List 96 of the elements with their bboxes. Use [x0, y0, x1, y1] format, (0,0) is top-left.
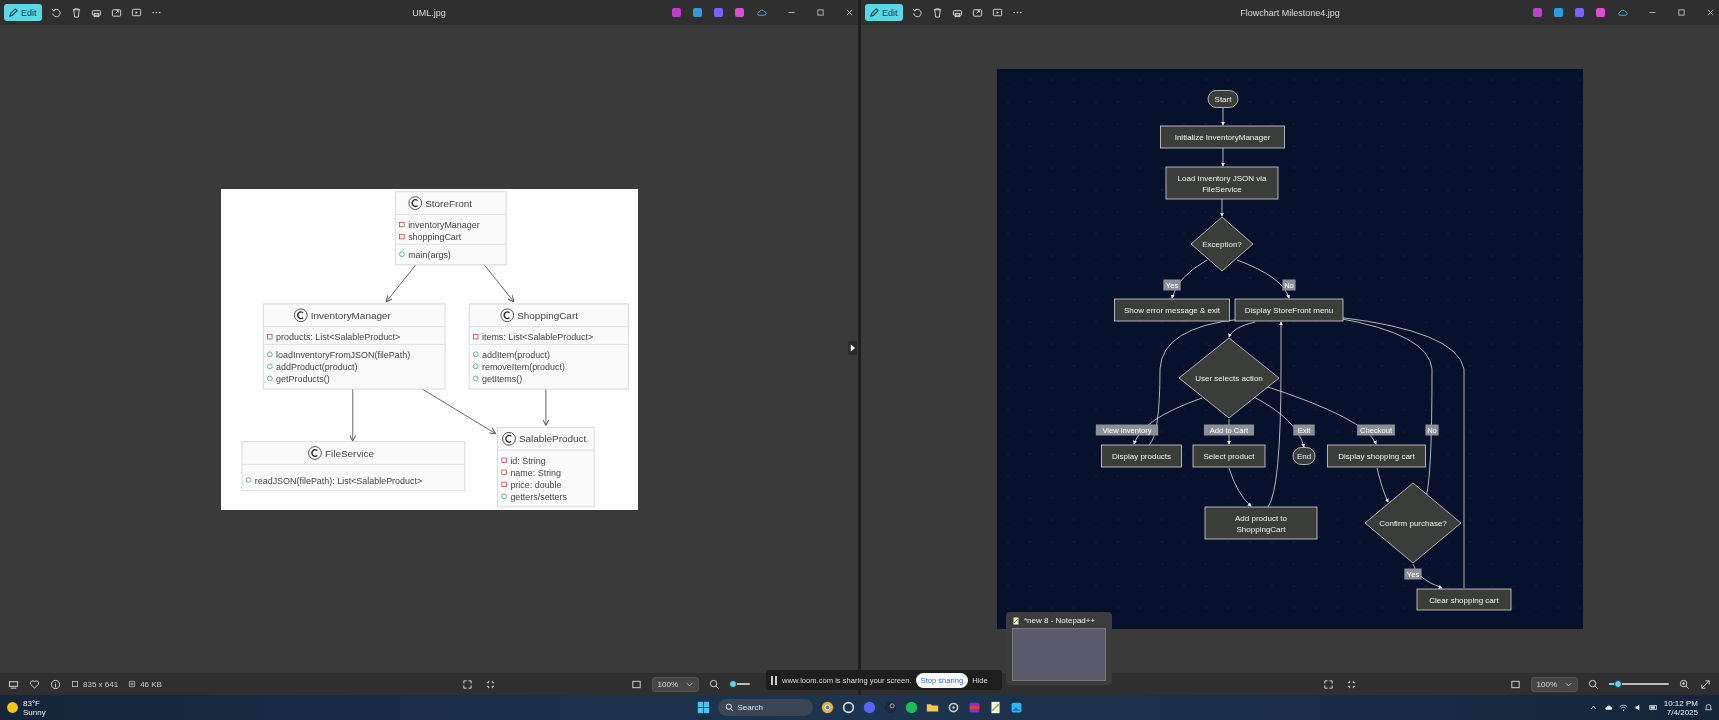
chat-icon[interactable] [862, 701, 876, 714]
file-size: 46 KB [140, 679, 162, 689]
next-arrow-icon[interactable] [848, 341, 857, 355]
maximize-icon[interactable] [1677, 8, 1686, 17]
wifi-icon[interactable] [1618, 703, 1628, 712]
chevron-up-icon[interactable] [1588, 703, 1598, 712]
window-title: Flowchart Milestone4.jpg [1240, 7, 1340, 18]
public-member-icon [398, 250, 405, 257]
share-icon[interactable] [971, 7, 983, 18]
info-icon[interactable] [50, 678, 61, 690]
process-node: Display products [1101, 444, 1182, 468]
game-launcher-icon[interactable] [883, 701, 897, 714]
zoom-dropdown[interactable]: 100% [1530, 676, 1578, 692]
weather-condition: Sunny [23, 707, 46, 717]
fit-to-window-icon[interactable] [1509, 678, 1521, 690]
notepad-icon [1012, 616, 1020, 625]
slideshow-icon[interactable] [130, 7, 142, 18]
notification-bell-icon[interactable] [1704, 703, 1713, 712]
decision-node: Exception? [1190, 216, 1254, 272]
class-icon [307, 445, 322, 460]
fit-to-window-icon[interactable] [630, 678, 642, 690]
private-member-icon [472, 333, 478, 339]
public-member-icon [245, 476, 251, 483]
process-node: Load Inventory JSON via FileService [1165, 166, 1279, 200]
delete-icon[interactable] [931, 7, 943, 18]
browser-icon[interactable] [820, 701, 834, 714]
edit-button[interactable]: Edit [865, 4, 903, 21]
folder-icon[interactable] [925, 701, 939, 714]
decision-node: User selects action [1178, 337, 1280, 419]
class-icon [293, 307, 308, 322]
temperature: 83°F [23, 698, 41, 708]
fullscreen-icon[interactable] [1700, 678, 1711, 690]
clock-time[interactable]: 10:12 PM [1663, 698, 1698, 708]
settings-icon[interactable] [946, 701, 960, 714]
print-icon[interactable] [90, 7, 102, 18]
delete-icon[interactable] [70, 7, 82, 18]
photos-icon[interactable] [1009, 701, 1023, 714]
image-dimensions: 835 x 641 [83, 679, 119, 689]
class-box: SalableProduct id: String name: String price: double getters/setters [496, 426, 595, 507]
sun-icon [6, 701, 19, 714]
window-title: UML.jpg [412, 7, 446, 18]
file-size-icon [128, 680, 137, 688]
process-node: Initialize InventoryManager [1160, 125, 1285, 149]
class-box: FileService readJSON(filePath): List<SalableProduct> [241, 440, 465, 491]
zoom-out-icon[interactable] [709, 678, 720, 690]
collapse-icon[interactable] [485, 678, 496, 690]
slideshow-icon[interactable] [991, 7, 1003, 18]
process-node: Clear shopping cart [1416, 588, 1512, 611]
process-node: Display StoreFront menu [1234, 298, 1344, 322]
search-field[interactable]: Search [717, 699, 813, 716]
maximize-icon[interactable] [816, 8, 825, 17]
clock-date[interactable]: 7/4/2025 [1666, 707, 1698, 717]
process-node: Show error message & exit [1114, 298, 1230, 322]
pencil-icon [870, 8, 879, 17]
rotate-icon[interactable] [911, 7, 923, 18]
rotate-icon[interactable] [50, 7, 62, 18]
class-icon [499, 307, 514, 322]
heart-icon[interactable] [29, 678, 40, 690]
zoom-dropdown[interactable]: 100% [651, 676, 699, 692]
search-icon [724, 703, 734, 712]
terminal-node: Start [1207, 90, 1239, 108]
close-icon[interactable] [1706, 8, 1715, 17]
dimensions-icon [71, 680, 79, 688]
taskbar-preview[interactable]: *new 8 - Notepad++ [1006, 612, 1112, 685]
edit-button[interactable]: Edit [4, 4, 42, 21]
private-member-icon [266, 333, 272, 339]
class-box: ShoppingCart items: List<SalableProduct> addItem(product) removeItem(product) getItems() [468, 302, 629, 390]
public-member-icon [500, 493, 507, 499]
share-icon[interactable] [110, 7, 122, 18]
caret-icon [1565, 681, 1572, 687]
cloud-icon[interactable] [1603, 703, 1613, 712]
zoom-in-icon[interactable] [1679, 678, 1690, 690]
collapse-icon[interactable] [1346, 678, 1357, 690]
print-icon[interactable] [951, 7, 963, 18]
expand-icon[interactable] [1323, 678, 1334, 690]
expand-icon[interactable] [462, 678, 473, 690]
caret-icon [686, 681, 693, 687]
process-node: Select product [1192, 444, 1266, 468]
class-icon [407, 195, 422, 210]
zoom-out-icon[interactable] [1588, 678, 1599, 690]
start-icon[interactable] [696, 701, 710, 714]
class-box: InventoryManager products: List<SalableProduct> loadInventoryFromJSON(filePath) addProduct(product) getProducts() [262, 302, 445, 390]
class-box: StoreFront inventoryManager shoppingCart main(args) [394, 190, 507, 265]
app-icon[interactable] [841, 701, 855, 714]
music-icon[interactable] [904, 701, 918, 714]
process-node: Display shopping cart [1327, 444, 1426, 468]
notepad-icon[interactable] [988, 701, 1002, 714]
close-icon[interactable] [845, 8, 854, 17]
battery-icon[interactable] [1648, 703, 1658, 712]
filmstrip-icon[interactable] [8, 678, 19, 690]
decision-node: Confirm purchase? [1364, 482, 1462, 564]
pencil-icon [9, 8, 18, 17]
process-node: Add product to ShoppingCart [1204, 506, 1318, 540]
class-icon [501, 431, 516, 446]
preview-title: *new 8 - Notepad++ [1024, 616, 1096, 625]
pause-icon [771, 675, 778, 685]
